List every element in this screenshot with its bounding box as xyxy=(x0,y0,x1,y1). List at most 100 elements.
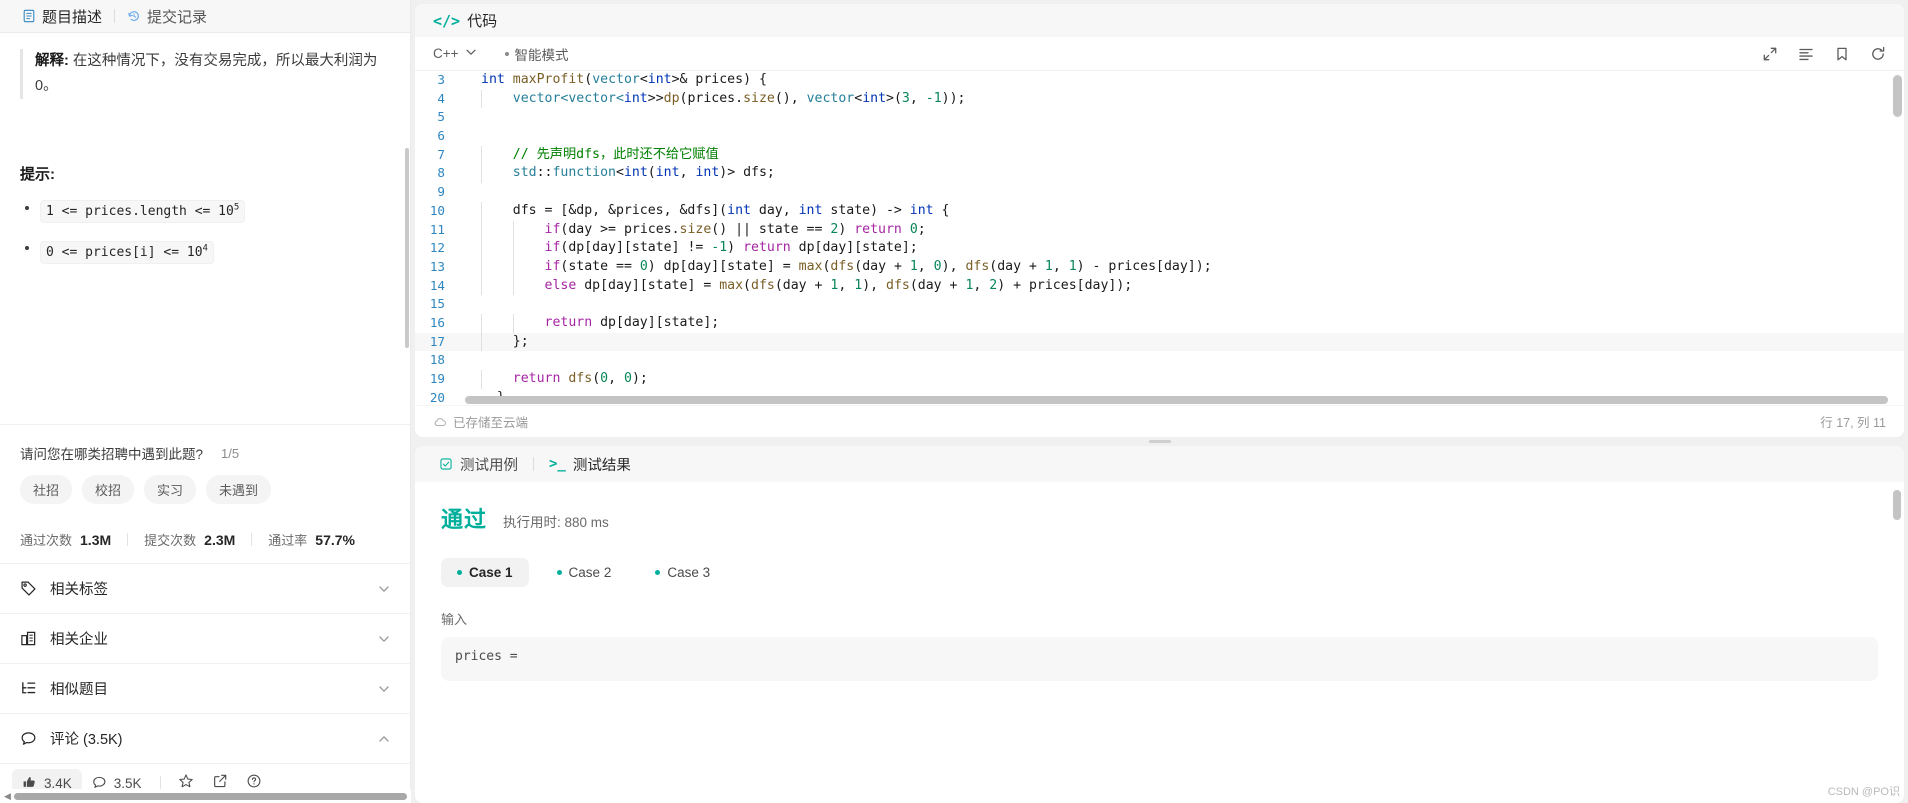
code-token: )> dfs; xyxy=(719,165,775,181)
code-lines-container: 3 int maxProfit(vector<int>& prices) {4 v… xyxy=(415,71,1904,405)
line-number: 8 xyxy=(437,165,445,181)
line-number: 15 xyxy=(429,296,445,312)
watermark-text: CSDN @PO识 xyxy=(1827,786,1900,798)
code-panel-header: </> 代码 xyxy=(415,4,1904,37)
code-vertical-scrollbar[interactable] xyxy=(1893,75,1902,117)
tab-problem-description-label: 题目描述 xyxy=(42,8,103,26)
accordion-comments[interactable]: 评论 (3.5K) xyxy=(0,713,410,763)
results-vertical-scrollbar[interactable] xyxy=(1893,490,1901,520)
tab-test-cases[interactable]: 测试用例 xyxy=(433,454,524,475)
code-token: std xyxy=(481,165,537,181)
poll-option-shezhao[interactable]: 社招 xyxy=(20,475,73,504)
stat-accepted-label: 通过次数 xyxy=(20,533,73,548)
test-results-card: 测试用例 >_ 测试结果 通过 执行用时: 880 ms Case 1 Case… xyxy=(415,446,1904,803)
description-scroll-region[interactable]: 解释: 在这种情况下，没有交易完成，所以最大利润为 0。 提示: 1 <= pr… xyxy=(0,33,410,424)
line-number: 6 xyxy=(437,128,445,144)
accordion-related-tags[interactable]: 相关标签 xyxy=(0,563,410,613)
code-line: 4 vector<vector<int>>dp(prices.size(), v… xyxy=(415,89,1904,109)
code-token: return xyxy=(544,314,593,330)
code-token: (), xyxy=(774,90,807,106)
code-token: return xyxy=(854,221,902,237)
code-token: function xyxy=(552,165,616,181)
indent-guide xyxy=(481,239,482,258)
code-token: int xyxy=(647,72,672,87)
code-token: 3 xyxy=(901,90,910,106)
poll-option-shixi[interactable]: 实习 xyxy=(144,475,197,504)
stat-submissions-value: 2.3M xyxy=(204,531,236,548)
indent-guide xyxy=(513,313,514,333)
poll-option-xiaozhao[interactable]: 校招 xyxy=(82,475,135,504)
scroll-thumb[interactable] xyxy=(14,792,407,800)
code-token: int xyxy=(798,202,823,218)
code-line: 18 xyxy=(415,351,1904,370)
line-number: 16 xyxy=(429,314,445,330)
code-line: 8 std::function<int(int, int)> dfs; xyxy=(415,164,1904,184)
accordion-related-companies[interactable]: 相关企业 xyxy=(0,613,410,663)
code-line: 15 xyxy=(415,295,1904,314)
indent-guide xyxy=(513,220,514,240)
accordion-similar-problems[interactable]: 相似题目 xyxy=(0,663,410,713)
code-token: max xyxy=(719,277,744,293)
code-token: dfs xyxy=(830,258,855,274)
code-token: ), xyxy=(941,258,966,274)
code-token: size xyxy=(679,221,712,237)
line-number: 17 xyxy=(429,333,445,349)
code-horizontal-scrollbar[interactable] xyxy=(465,396,1888,404)
accordion-related-companies-label: 相关企业 xyxy=(50,632,108,648)
case-tab-3[interactable]: Case 3 xyxy=(639,558,726,587)
reset-icon[interactable] xyxy=(1870,46,1886,62)
code-token: int xyxy=(909,202,934,218)
language-selector[interactable]: C++ xyxy=(433,46,477,61)
code-token: < xyxy=(639,72,648,87)
code-token: , xyxy=(917,258,934,274)
panel-resize-handle[interactable] xyxy=(415,437,1904,446)
code-token: int xyxy=(481,72,513,87)
indent-guide xyxy=(481,313,482,333)
code-token: 0 xyxy=(933,258,942,274)
code-line: 5 xyxy=(415,108,1904,127)
hint-item: 0 <= prices[i] <= 104 xyxy=(20,238,386,264)
expand-icon[interactable] xyxy=(1762,46,1778,62)
chevron-down-icon xyxy=(378,583,390,595)
runtime-text: 执行用时: 880 ms xyxy=(503,515,609,530)
code-token: int xyxy=(727,202,751,218)
indent-guide xyxy=(481,164,482,184)
format-icon[interactable] xyxy=(1798,46,1814,62)
poll-option-weiyudao[interactable]: 未遇到 xyxy=(206,475,272,504)
results-tab-bar: 测试用例 >_ 测试结果 xyxy=(415,446,1904,482)
code-token: , xyxy=(909,90,926,106)
case-tab-2[interactable]: Case 2 xyxy=(541,558,628,587)
tab-test-results[interactable]: >_ 测试结果 xyxy=(543,454,637,475)
code-text-area[interactable]: 3 int maxProfit(vector<int>& prices) {4 v… xyxy=(415,70,1904,405)
smart-mode-toggle[interactable]: 智能模式 xyxy=(504,44,569,64)
case-status-dot-icon xyxy=(655,570,661,575)
code-token: 0 xyxy=(639,258,648,274)
poll-options: 社招 校招 实习 未遇到 xyxy=(20,475,390,504)
code-line: 13 if(state == 0) dp[day][state] = max(d… xyxy=(415,257,1904,277)
scroll-fade-mask xyxy=(20,33,386,47)
description-content: 解释: 在这种情况下，没有交易完成，所以最大利润为 0。 提示: 1 <= pr… xyxy=(0,33,410,424)
smart-mode-label: 智能模式 xyxy=(514,47,569,63)
code-line: 9 xyxy=(415,183,1904,202)
description-horizontal-scrollbar[interactable]: ◀ xyxy=(0,789,411,803)
scroll-left-arrow-icon[interactable]: ◀ xyxy=(4,791,14,801)
chevron-down-icon xyxy=(465,46,477,61)
code-token: dp xyxy=(663,90,680,106)
code-line: 17 }; xyxy=(415,332,1904,352)
tab-problem-description[interactable]: 题目描述 xyxy=(14,0,110,33)
indent-guide xyxy=(481,257,482,277)
description-scrollbar[interactable] xyxy=(405,148,409,348)
tab-submission-history[interactable]: 提交记录 xyxy=(119,0,215,33)
poll-question-row: 请问您在哪类招聘中遇到此题? 1/5 xyxy=(20,443,390,463)
example-explanation-block: 解释: 在这种情况下，没有交易完成，所以最大利润为 0。 xyxy=(20,49,386,99)
code-line-content: std::function<int(int, int)> dfs; xyxy=(459,164,775,184)
line-number: 7 xyxy=(437,146,445,162)
code-token: 1 xyxy=(1044,258,1053,274)
code-token: return xyxy=(743,240,791,256)
code-token: int xyxy=(623,165,648,181)
case-tab-1[interactable]: Case 1 xyxy=(441,558,529,587)
code-token: ( xyxy=(647,165,656,181)
bookmark-icon[interactable] xyxy=(1834,46,1850,62)
